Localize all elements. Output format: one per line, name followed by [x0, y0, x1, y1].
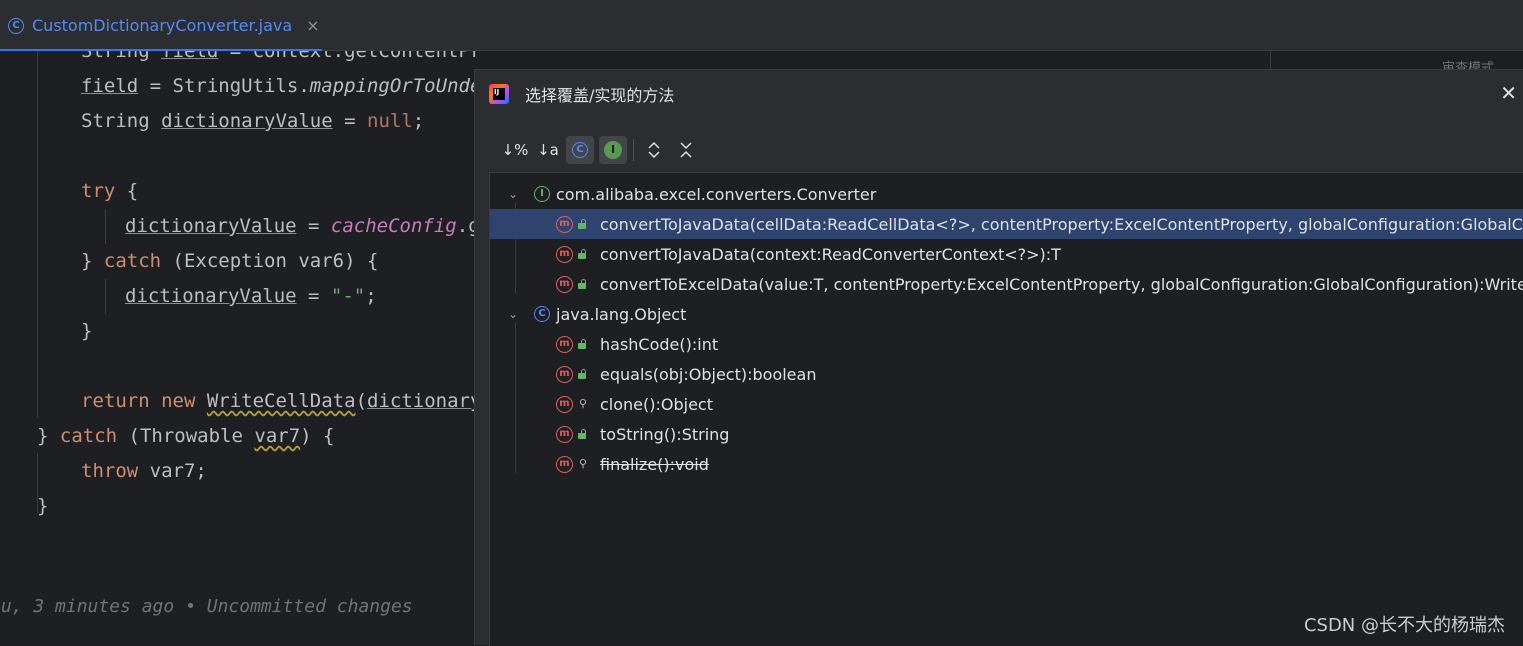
csdn-watermark: CSDN @长不大的杨瑞杰 [1303, 615, 1505, 636]
group-label: com.alibaba.excel.converters.Converter [556, 184, 877, 204]
public-lock-icon [578, 279, 587, 289]
public-lock-icon [578, 219, 587, 229]
method-label: equals(obj:Object):boolean [600, 364, 817, 384]
code-line: } [37, 495, 49, 517]
editor-tab-bar: C CustomDictionaryConverter.java × [0, 0, 1523, 52]
method-m-icon: m [556, 275, 573, 293]
method-row[interactable]: m ⚲ clone():Object [490, 389, 1523, 419]
method-m-icon: m [556, 455, 573, 473]
method-m-icon: m [556, 425, 573, 443]
public-lock-icon [578, 369, 587, 379]
code-line: String field = context.getContentPropert… [81, 51, 480, 62]
method-label: convertToJavaData(context:ReadConverterC… [600, 244, 1061, 264]
code-line: } catch (Throwable var7) { [37, 425, 335, 447]
method-row[interactable]: m ⚲ finalize():void [490, 449, 1523, 479]
method-row[interactable]: m convertToJavaData(cellData:ReadCellDat… [490, 209, 1523, 239]
interface-i-icon: I [534, 186, 550, 202]
code-line: field = StringUtils.mappingOrToUnder [81, 75, 480, 97]
code-line: return new WriteCellData(dictionaryV [81, 390, 480, 412]
method-label: hashCode():int [600, 334, 719, 354]
indent-guide [37, 51, 38, 417]
method-m-icon: m [556, 245, 573, 263]
tab-title: CustomDictionaryConverter.java [32, 16, 293, 35]
sort-visibility-icon: ↓% [501, 141, 529, 159]
collapse-all-button[interactable] [672, 136, 700, 164]
group-label: java.lang.Object [556, 304, 687, 324]
class-c-icon: C [8, 17, 24, 34]
show-interfaces-toggle[interactable]: I [599, 136, 627, 164]
dialog-title: 选择覆盖/实现的方法 [525, 86, 675, 105]
method-label: convertToExcelData(value:T, contentPrope… [600, 274, 1523, 294]
code-editor[interactable]: String field = context.getContentPropert… [0, 51, 480, 645]
expand-all-button[interactable] [640, 136, 668, 164]
show-classes-toggle[interactable]: C [566, 136, 594, 164]
sort-alpha-icon: ↓a [537, 141, 559, 159]
sort-alphabetically-button[interactable]: ↓a [534, 136, 562, 164]
public-lock-icon [578, 339, 587, 349]
protected-key-icon: ⚲ [579, 397, 588, 410]
method-row[interactable]: m equals(obj:Object):boolean [490, 359, 1523, 389]
class-c-icon: C [534, 306, 550, 322]
method-row[interactable]: m convertToJavaData(context:ReadConverte… [490, 239, 1523, 269]
method-m-icon: m [556, 335, 573, 353]
public-lock-icon [578, 249, 587, 259]
override-methods-dialog: IJ 选择覆盖/实现的方法 ✕ ↓% ↓a C I ⌄ I com.alibab… [474, 69, 1523, 646]
chevron-down-icon[interactable]: ⌄ [508, 307, 518, 321]
tab-custom-dictionary-converter[interactable]: C CustomDictionaryConverter.java × [0, 0, 322, 52]
close-icon[interactable]: × [306, 16, 319, 35]
method-label-deprecated: finalize():void [600, 454, 709, 474]
code-line: throw var7; [81, 460, 207, 482]
method-label: clone():Object [600, 394, 713, 414]
dialog-title-bar[interactable]: IJ 选择覆盖/实现的方法 ✕ [475, 70, 1523, 118]
method-label: convertToJavaData(cellData:ReadCellData<… [600, 214, 1523, 234]
interface-i-icon: I [604, 141, 622, 159]
methods-tree[interactable]: ⌄ I com.alibaba.excel.converters.Convert… [489, 172, 1523, 646]
code-line: String dictionaryValue = null; [81, 110, 425, 132]
intellij-logo-icon: IJ [489, 84, 509, 104]
sort-by-visibility-button[interactable]: ↓% [501, 136, 529, 164]
code-line: dictionaryValue = "-"; [125, 285, 377, 307]
tree-group-converter[interactable]: ⌄ I com.alibaba.excel.converters.Convert… [490, 179, 1523, 209]
collapse-all-icon [680, 142, 692, 158]
indent-guide [105, 209, 106, 244]
method-m-icon: m [556, 395, 573, 413]
close-icon[interactable]: ✕ [1500, 82, 1517, 104]
code-line: dictionaryValue = cacheConfig.ge [125, 215, 480, 237]
class-c-icon: C [572, 142, 588, 158]
method-row[interactable]: m hashCode():int [490, 329, 1523, 359]
method-row[interactable]: m convertToExcelData(value:T, contentPro… [490, 269, 1523, 299]
tree-group-object[interactable]: ⌄ C java.lang.Object [490, 299, 1523, 329]
code-line: } catch (Exception var6) { [81, 250, 379, 272]
public-lock-icon [578, 429, 587, 439]
indent-guide [105, 279, 106, 314]
method-m-icon: m [556, 215, 573, 233]
method-row[interactable]: m toString():String [490, 419, 1523, 449]
chevron-down-icon[interactable]: ⌄ [508, 187, 518, 201]
toolbar-divider [633, 139, 634, 161]
method-label: toString():String [600, 424, 730, 444]
method-m-icon: m [556, 365, 573, 383]
code-line: } [81, 320, 93, 342]
code-line: try { [81, 180, 139, 202]
expand-all-icon [648, 141, 660, 159]
git-blame-annotation: ou, 3 minutes ago • Uncommitted changes [0, 596, 413, 617]
protected-key-icon: ⚲ [579, 457, 588, 470]
